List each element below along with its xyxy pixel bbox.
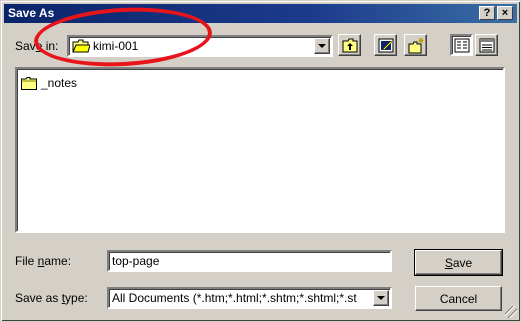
new-folder-icon <box>408 38 424 54</box>
list-view-icon <box>454 38 470 53</box>
save-button[interactable]: Save <box>414 249 503 276</box>
save-in-label: Save in: <box>15 39 59 53</box>
up-one-level-icon <box>342 38 358 53</box>
file-name-text: _notes <box>41 76 78 90</box>
list-view-button[interactable] <box>450 34 473 56</box>
save-as-type-label: Save as type: <box>15 291 88 305</box>
desktop-button[interactable] <box>374 34 397 56</box>
save-in-dropdown-arrow[interactable] <box>314 38 330 54</box>
folder-icon <box>21 76 37 90</box>
title-bar[interactable]: Save As ? × <box>4 4 517 23</box>
cancel-button[interactable]: Cancel <box>415 286 502 311</box>
dialog-title: Save As <box>8 6 55 20</box>
file-list[interactable]: _notes <box>15 67 505 233</box>
save-as-type-dropdown-arrow[interactable] <box>373 290 389 306</box>
save-as-type-dropdown[interactable]: All Documents (*.htm;*.html;*.shtm;*.sht… <box>107 287 392 309</box>
help-icon: ? <box>483 6 491 19</box>
details-view-button[interactable] <box>475 34 498 56</box>
up-one-level-button[interactable] <box>338 34 361 56</box>
list-item[interactable]: _notes <box>21 75 77 91</box>
close-icon: × <box>501 6 509 19</box>
save-in-value: kimi-001 <box>93 39 139 53</box>
save-as-type-value: All Documents (*.htm;*.html;*.shtm;*.sht… <box>112 291 357 305</box>
close-button[interactable]: × <box>497 6 513 20</box>
file-name-label: File name: <box>15 254 72 268</box>
file-name-input[interactable]: top-page <box>107 250 392 272</box>
save-in-dropdown[interactable]: kimi-001 <box>67 35 333 57</box>
help-button[interactable]: ? <box>479 6 495 20</box>
desktop-icon <box>378 38 394 53</box>
save-as-dialog: Save As ? × Save in: kimi-001 _notes Fil… <box>0 0 521 322</box>
details-view-icon <box>479 38 495 53</box>
new-folder-button[interactable] <box>404 34 427 56</box>
resize-grip[interactable] <box>505 306 517 318</box>
folder-open-icon <box>72 39 90 53</box>
